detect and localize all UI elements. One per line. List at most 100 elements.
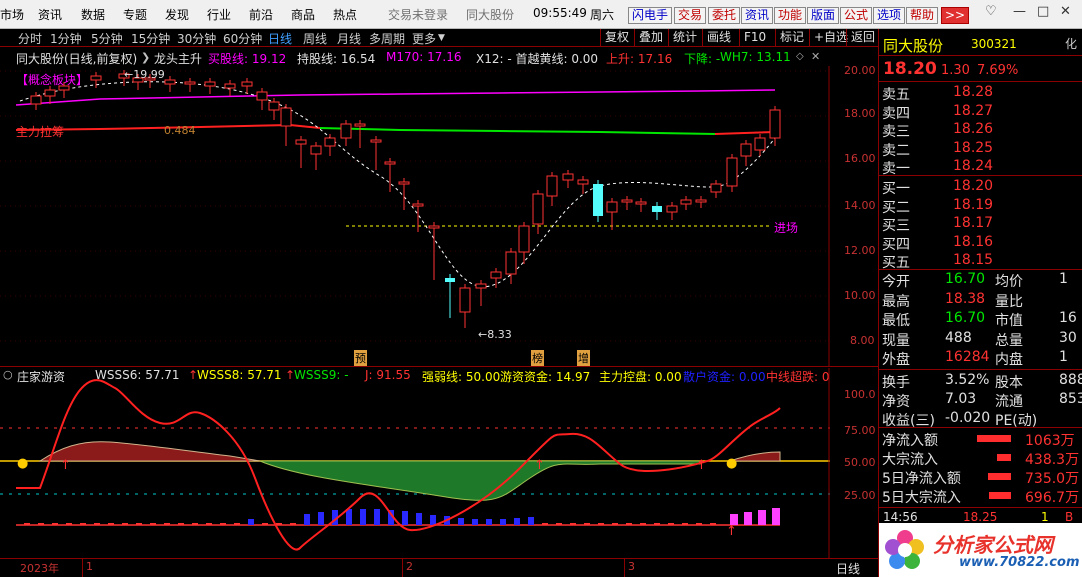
- candle-body-up: [546, 175, 558, 197]
- trade-button[interactable]: 交易: [674, 7, 707, 24]
- high-price-text: 19.99: [133, 68, 165, 81]
- draw-button[interactable]: 画线: [702, 29, 735, 47]
- buy-level-price: 18.17: [953, 215, 994, 231]
- axis-divider: [624, 559, 625, 577]
- candle-body-up: [562, 173, 574, 181]
- menu-item-frontier[interactable]: 前沿: [249, 6, 273, 23]
- menu-item-discover[interactable]: 发现: [165, 6, 189, 23]
- tick-price: 18.25: [963, 510, 998, 524]
- concept-sector-tag[interactable]: 【概念板块】: [16, 71, 88, 88]
- back-button[interactable]: 返回: [846, 29, 879, 47]
- candle-body-up: [370, 139, 382, 143]
- news-button[interactable]: 资讯: [741, 7, 774, 24]
- trade-status[interactable]: 交易未登录: [388, 6, 448, 23]
- indicator-chevron-icon[interactable]: ❯: [141, 51, 150, 64]
- flash-trade-button[interactable]: 闪电手: [628, 7, 673, 24]
- fund-bar: [612, 523, 618, 525]
- f10-button[interactable]: F10: [739, 29, 770, 47]
- x12-value: X12: - 首越黄线: 0.00: [476, 52, 599, 66]
- fund-bar: [744, 512, 752, 525]
- stat-label: 内盘: [995, 352, 1023, 368]
- sell-level-price: 18.27: [953, 102, 994, 119]
- flow-value: 735.0万: [1025, 471, 1080, 487]
- menu-item-news[interactable]: 资讯: [38, 6, 62, 23]
- buy-arrow-icon: ↑: [60, 458, 71, 473]
- menu-item-hot[interactable]: 热点: [333, 6, 357, 23]
- mark-button[interactable]: 标记: [775, 29, 808, 47]
- quote-price: 18.20: [883, 59, 937, 79]
- tab-more[interactable]: 更多: [412, 30, 436, 47]
- fund-bar: [654, 523, 660, 525]
- fund-bar: [514, 518, 520, 525]
- tab-weekly[interactable]: 周线: [303, 30, 327, 47]
- menu-item-topics[interactable]: 专题: [123, 6, 147, 23]
- fund-bar: [38, 523, 44, 525]
- tab-1min[interactable]: 1分钟: [50, 30, 82, 47]
- function-button[interactable]: 功能: [774, 7, 807, 24]
- hold-line-value: 持股线: 16.54: [297, 52, 376, 66]
- flow-label: 净流入额: [882, 433, 938, 449]
- maximize-icon[interactable]: □: [1037, 4, 1049, 19]
- sell-level-price: 18.24: [953, 158, 994, 174]
- candlestick-chart[interactable]: 【概念板块】 主力拉筹 0.484 ←19.99 ←8.33 进场 预 榜 增 …: [0, 64, 876, 366]
- tab-daily[interactable]: 日线: [268, 30, 292, 47]
- fund-bar: [374, 509, 380, 525]
- formula-button[interactable]: 公式: [840, 7, 873, 24]
- marker-increase[interactable]: 增: [577, 350, 590, 366]
- stat-value: 16: [1059, 310, 1077, 326]
- menu-item-data[interactable]: 数据: [81, 6, 105, 23]
- more-chevron-icon[interactable]: ▼: [438, 33, 445, 43]
- marker-list[interactable]: 榜: [531, 350, 544, 366]
- stat-label: 今开: [882, 274, 910, 290]
- options-button[interactable]: 选项: [873, 7, 906, 24]
- stat-value: 488: [945, 329, 972, 346]
- tab-timeshare[interactable]: 分时: [18, 30, 42, 47]
- fund-bar: [220, 523, 226, 525]
- fund-bar: [24, 523, 30, 525]
- menu-item-industry[interactable]: 行业: [207, 6, 231, 23]
- menu-item-market[interactable]: 市场: [0, 6, 24, 23]
- tab-30min[interactable]: 30分钟: [177, 30, 216, 47]
- indicator-name[interactable]: 龙头主升: [154, 50, 202, 67]
- tab-15min[interactable]: 15分钟: [131, 30, 170, 47]
- fund-bar: [290, 523, 296, 525]
- menu-item-commodity[interactable]: 商品: [291, 6, 315, 23]
- tab-5min[interactable]: 5分钟: [91, 30, 123, 47]
- candle-body-up: [754, 137, 766, 151]
- low-price-text: 8.33: [487, 328, 512, 341]
- axis-period[interactable]: 日线: [836, 560, 860, 577]
- axis-month-1: 1: [86, 560, 93, 573]
- order-button[interactable]: 委托: [708, 7, 741, 24]
- diamond-icon[interactable]: ◇: [796, 51, 804, 62]
- more-arrow-button[interactable]: >>: [941, 7, 969, 24]
- restore-rights-button[interactable]: 复权: [600, 29, 633, 47]
- fund-bar: [276, 523, 282, 525]
- quote-corner-tag[interactable]: 化: [1065, 35, 1077, 52]
- candle-body-up: [490, 271, 502, 279]
- shirt-icon[interactable]: ♡: [985, 4, 997, 19]
- candle-body-up: [184, 81, 196, 85]
- tab-60min[interactable]: 60分钟: [223, 30, 262, 47]
- indicator-chart[interactable]: ● ↑ ↑ ↑ ● ↑ 100.0 75.00 50.00 25.00: [0, 368, 876, 558]
- close-indicator-icon[interactable]: ✕: [811, 50, 820, 63]
- tab-monthly[interactable]: 月线: [337, 30, 361, 47]
- fund-bar: [234, 523, 240, 525]
- indicator-tick-75: 75.00: [844, 424, 876, 437]
- overlay-button[interactable]: 叠加: [634, 29, 667, 47]
- fund-bar: [584, 523, 590, 525]
- candle-body-up: [30, 95, 42, 105]
- help-button[interactable]: 帮助: [906, 7, 939, 24]
- marker-forecast[interactable]: 预: [354, 350, 367, 366]
- sell-level-label: 卖三: [882, 124, 910, 140]
- fund-bar: [696, 523, 702, 525]
- flow-bar: [997, 454, 1011, 461]
- layout-button[interactable]: 版面: [807, 7, 840, 24]
- close-icon[interactable]: ✕: [1060, 4, 1071, 19]
- axis-divider: [402, 559, 403, 577]
- minimize-icon[interactable]: —: [1013, 4, 1026, 19]
- price-tick-16: 16.00: [844, 152, 876, 165]
- quote-change: 1.30: [941, 63, 970, 78]
- candle-body-down: [445, 278, 455, 282]
- stats-button[interactable]: 统计: [668, 29, 701, 47]
- tab-multi-period[interactable]: 多周期: [369, 30, 405, 47]
